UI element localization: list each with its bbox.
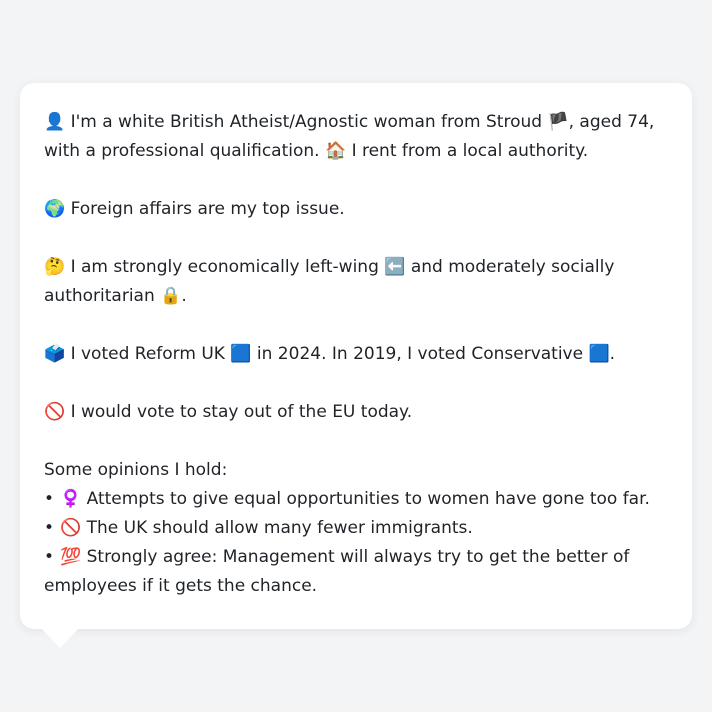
stance-paragraph: 🤔 I am strongly economically left-wing ⬅… <box>44 253 668 311</box>
england-flag-icon: 🏴 <box>547 112 569 132</box>
votes-end-text: . <box>609 344 616 364</box>
economic-stance-text: I am strongly economically left-wing <box>70 257 379 277</box>
list-item: • 🚫 The UK should allow many fewer immigr… <box>44 514 668 543</box>
top-issue-paragraph: 🌍 Foreign affairs are my top issue. <box>44 195 668 224</box>
bullet: • <box>44 518 55 538</box>
identity-paragraph: 👤 I'm a white British Atheist/Agnostic w… <box>44 108 668 166</box>
globe-icon: 🌍 <box>44 199 66 219</box>
profile-card: 👤 I'm a white British Atheist/Agnostic w… <box>20 83 692 629</box>
speech-bubble-tail <box>41 628 79 648</box>
lock-icon: 🔒 <box>160 286 182 306</box>
opinion-text: Strongly agree: Management will always t… <box>44 547 630 596</box>
identity-text: I'm a white British Atheist/Agnostic wom… <box>70 112 543 132</box>
list-item: • 💯 Strongly agree: Management will alway… <box>44 543 668 601</box>
blue-square-icon: 🟦 <box>588 344 610 364</box>
housing-text: I rent from a local authority. <box>351 141 589 161</box>
opinion-list: • ♀️ Attempts to give equal opportunities… <box>44 485 668 601</box>
blue-square-icon: 🟦 <box>230 344 252 364</box>
vote-2019-text: in 2024. In 2019, I voted Conservative <box>256 344 584 364</box>
opinion-text: The UK should allow many fewer immigrant… <box>86 518 473 538</box>
stance-end-text: . <box>181 286 187 306</box>
list-item: • ♀️ Attempts to give equal opportunities… <box>44 485 668 514</box>
bullet: • <box>44 489 55 509</box>
eu-text: I would vote to stay out of the EU today… <box>70 402 413 422</box>
prohibited-icon: 🚫 <box>44 402 66 422</box>
top-issue-text: Foreign affairs are my top issue. <box>70 199 345 219</box>
house-icon: 🏠 <box>324 141 347 161</box>
left-arrow-icon: ⬅️ <box>384 257 406 277</box>
bullet: • <box>44 547 55 567</box>
thinking-face-icon: 🤔 <box>44 257 66 277</box>
female-sign-icon: ♀️ <box>60 489 82 509</box>
opinions-section: Some opinions I hold: • ♀️ Attempts to gi… <box>44 456 668 601</box>
eu-paragraph: 🚫 I would vote to stay out of the EU tod… <box>44 398 668 427</box>
opinion-text: Attempts to give equal opportunities to … <box>86 489 650 509</box>
person-icon: 👤 <box>44 112 66 132</box>
vote-2024-text: I voted Reform UK <box>70 344 225 364</box>
ballot-box-icon: 🗳️ <box>44 344 66 364</box>
opinions-heading: Some opinions I hold: <box>44 460 228 480</box>
hundred-points-icon: 💯 <box>60 547 82 567</box>
votes-paragraph: 🗳️ I voted Reform UK 🟦 in 2024. In 2019,… <box>44 340 668 369</box>
prohibited-icon: 🚫 <box>60 518 82 538</box>
